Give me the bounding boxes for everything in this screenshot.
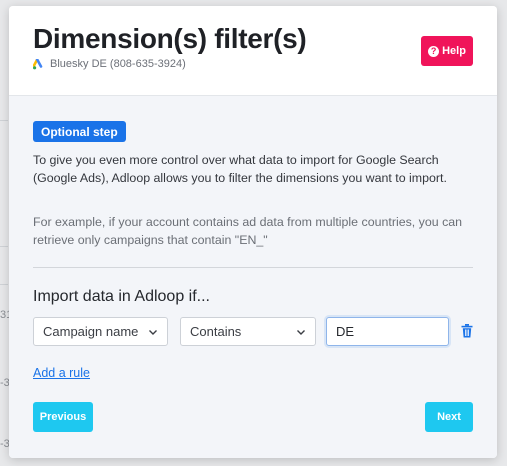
filter-value-input[interactable] xyxy=(326,317,449,346)
section-divider xyxy=(33,267,473,268)
previous-button[interactable]: Previous xyxy=(33,402,93,432)
modal-title: Dimension(s) filter(s) xyxy=(33,23,307,54)
dimension-select-value: Campaign name xyxy=(43,324,139,339)
modal-header: Dimension(s) filter(s) Bluesky DE (808-6… xyxy=(9,6,497,96)
help-label: Help xyxy=(442,45,466,57)
optional-step-badge: Optional step xyxy=(33,121,126,142)
operator-select[interactable]: Contains xyxy=(180,317,316,346)
background-divider xyxy=(0,246,8,247)
help-button[interactable]: ? Help xyxy=(421,36,473,66)
help-icon: ? xyxy=(428,45,440,57)
background-divider xyxy=(0,284,8,285)
filter-modal: Dimension(s) filter(s) Bluesky DE (808-6… xyxy=(9,6,497,458)
account-name: Bluesky DE (808-635-3924) xyxy=(50,58,186,70)
add-rule-link[interactable]: Add a rule xyxy=(33,366,90,380)
modal-body: Optional step To give you even more cont… xyxy=(9,96,497,458)
trash-icon[interactable] xyxy=(461,324,473,338)
background-divider xyxy=(0,120,8,121)
section-title: Import data in Adloop if... xyxy=(33,288,210,305)
operator-select-value: Contains xyxy=(190,324,242,339)
example-text: For example, if your account contains ad… xyxy=(33,215,463,247)
account-subtitle: Bluesky DE (808-635-3924) xyxy=(33,58,186,70)
google-ads-icon xyxy=(33,58,43,69)
chevron-down-icon xyxy=(297,330,305,335)
description-text: To give you even more control over what … xyxy=(33,153,447,185)
next-button[interactable]: Next xyxy=(425,402,473,432)
dimension-select[interactable]: Campaign name xyxy=(33,317,168,346)
chevron-down-icon xyxy=(149,330,157,335)
